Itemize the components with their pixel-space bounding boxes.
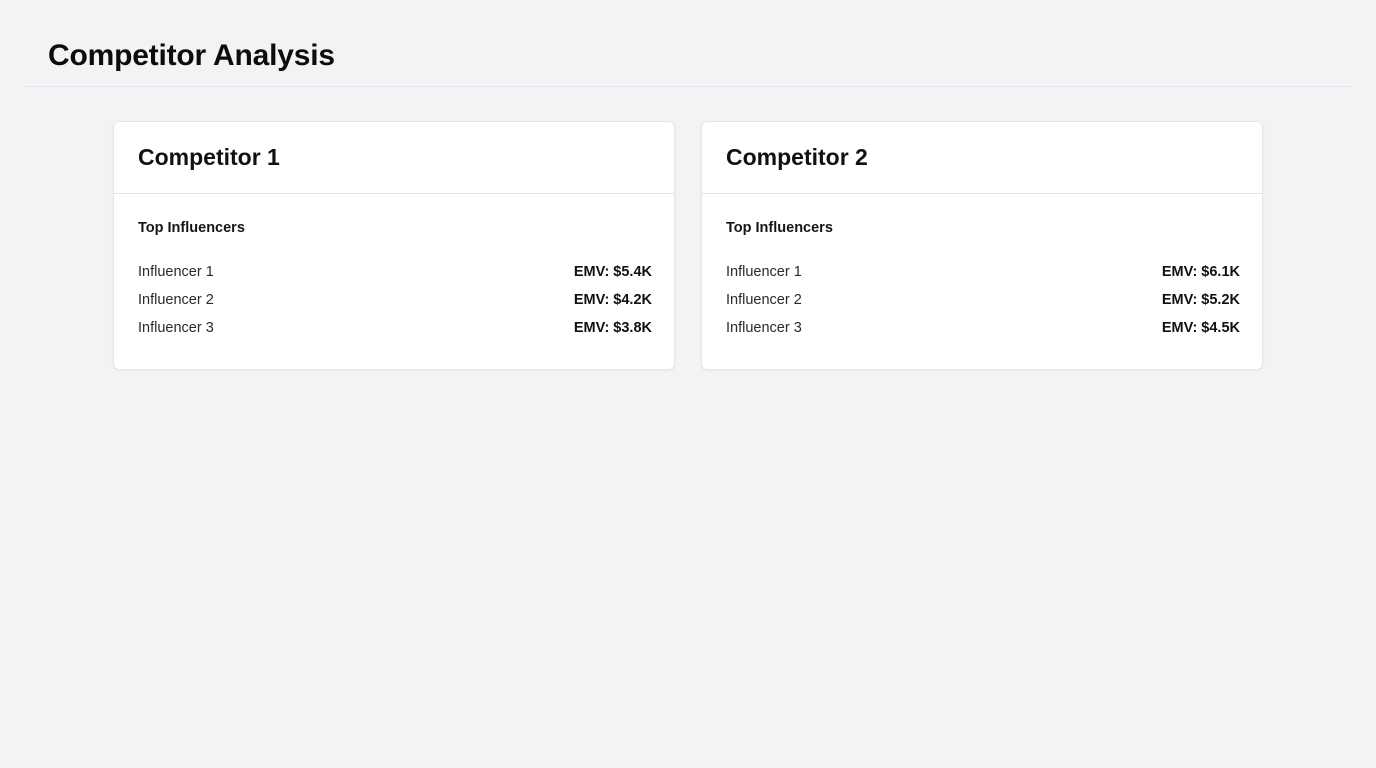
top-influencers-label: Top Influencers <box>138 220 245 236</box>
influencer-emv: EMV: $6.1K <box>1161 264 1240 280</box>
influencer-emv: EMV: $4.2K <box>573 292 652 308</box>
card-header: Competitor 2 <box>702 122 1262 194</box>
page-header: Competitor Analysis <box>24 0 1352 87</box>
competitor-name: Competitor 1 <box>138 144 280 170</box>
influencer-emv: EMV: $3.8K <box>573 320 652 336</box>
influencer-list: Influencer 1 EMV: $5.4K Influencer 2 EMV… <box>138 254 652 346</box>
influencer-name: Influencer 3 <box>138 320 214 336</box>
influencer-row: Influencer 3 EMV: $4.5K <box>726 310 1240 346</box>
competitor-cards: Competitor 1 Top Influencers Influencer … <box>113 121 1263 370</box>
influencer-name: Influencer 1 <box>726 264 802 280</box>
influencer-emv: EMV: $5.4K <box>573 264 652 280</box>
influencer-name: Influencer 2 <box>138 292 214 308</box>
page-title: Competitor Analysis <box>48 39 335 72</box>
influencer-name: Influencer 3 <box>726 320 802 336</box>
influencer-emv: EMV: $4.5K <box>1161 320 1240 336</box>
influencer-name: Influencer 2 <box>726 292 802 308</box>
influencer-list: Influencer 1 EMV: $6.1K Influencer 2 EMV… <box>726 254 1240 346</box>
competitor-card: Competitor 1 Top Influencers Influencer … <box>113 121 675 370</box>
competitor-analysis-page: Competitor Analysis Competitor 1 Top Inf… <box>0 0 1376 768</box>
top-influencers-label: Top Influencers <box>726 220 833 236</box>
competitor-name: Competitor 2 <box>726 144 868 170</box>
influencer-name: Influencer 1 <box>138 264 214 280</box>
influencer-emv: EMV: $5.2K <box>1161 292 1240 308</box>
competitor-card: Competitor 2 Top Influencers Influencer … <box>701 121 1263 370</box>
card-header: Competitor 1 <box>114 122 674 194</box>
influencer-row: Influencer 3 EMV: $3.8K <box>138 310 652 346</box>
